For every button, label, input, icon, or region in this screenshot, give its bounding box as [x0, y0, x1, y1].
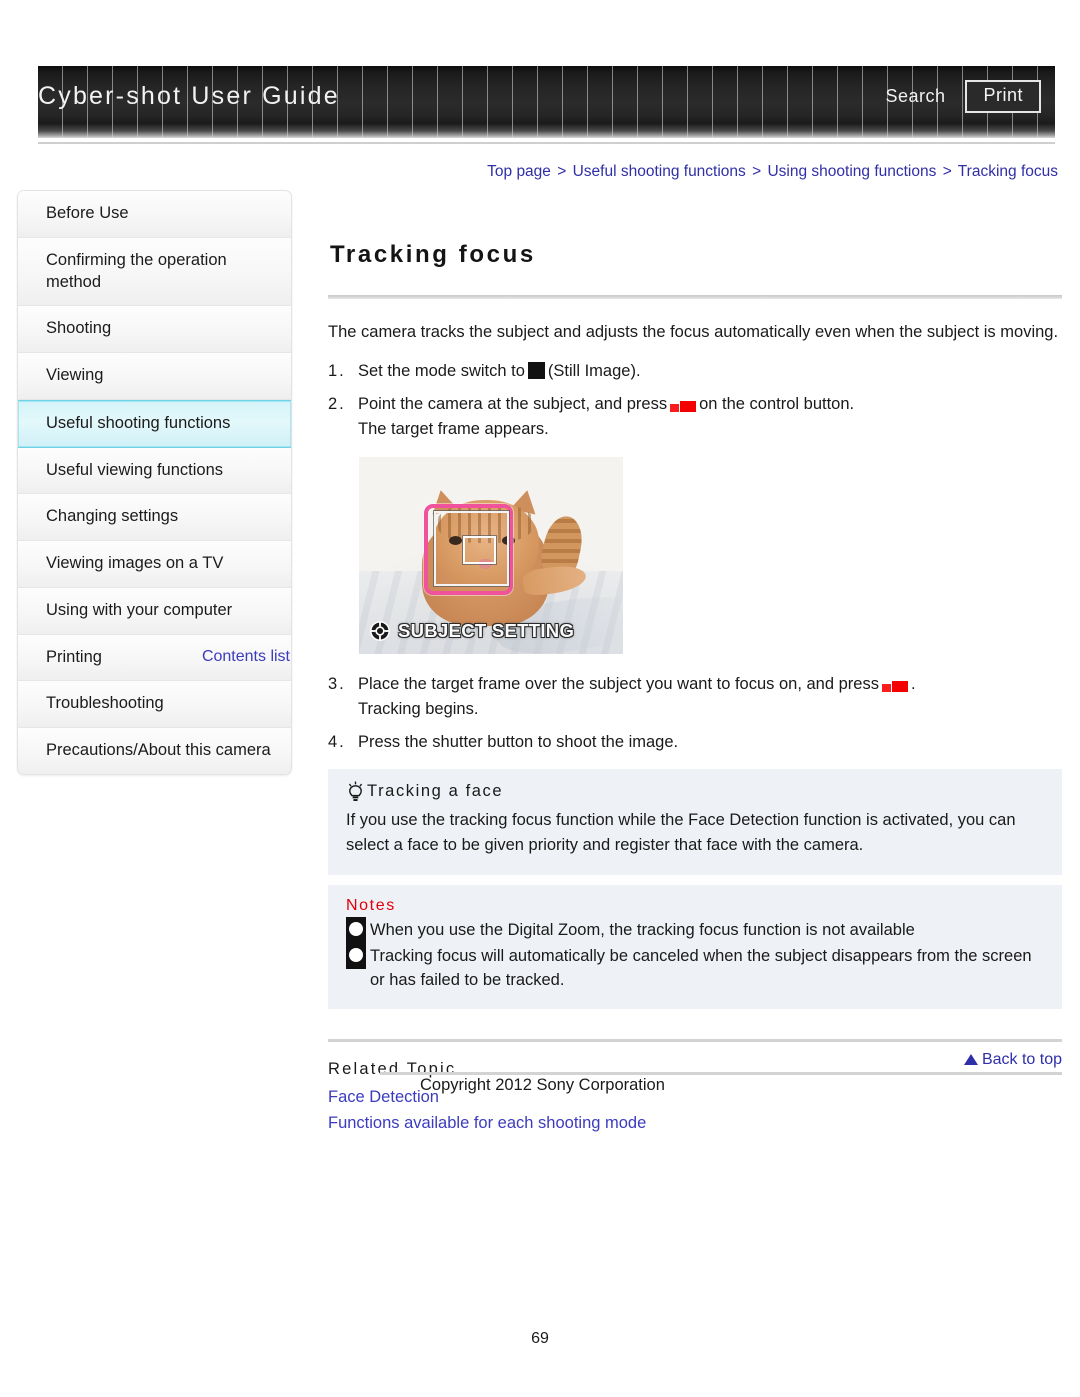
osd-label: SUBJECT SETTING [398, 619, 575, 641]
step-text-before: Place the target frame over the subject … [358, 674, 879, 693]
header-actions: Search Print [881, 80, 1041, 113]
step-item-4: 4. Press the shutter button to shoot the… [328, 730, 1062, 756]
breadcrumb-item-using-shooting-functions[interactable]: Using shooting functions [767, 163, 936, 180]
notes-title: Notes [346, 896, 396, 914]
step-text-before: Set the mode switch to [358, 362, 525, 381]
note-item: When you use the Digital Zoom, the track… [346, 916, 1044, 943]
sidebar-item-viewing[interactable]: Viewing [18, 353, 291, 400]
breadcrumb-separator: > [752, 163, 762, 180]
breadcrumb-item-top-page[interactable]: Top page [487, 163, 551, 180]
note-bullet-icon [346, 916, 366, 943]
breadcrumb-separator: > [942, 163, 952, 180]
tip-heading-row: Tracking a face [346, 781, 1044, 802]
steps-list-part1: 1. Set the mode switch to (Still Image). … [328, 359, 1062, 443]
step-body: Place the target frame over the subject … [358, 672, 1062, 723]
step-text-after: on the control button. [699, 394, 855, 413]
sidebar-item-useful-viewing-functions[interactable]: Useful viewing functions [18, 447, 291, 495]
search-button[interactable]: Search [881, 84, 949, 109]
sidebar-item-precautions-about-this-camera[interactable]: Precautions/About this camera [18, 728, 291, 774]
sidebar-item-troubleshooting[interactable]: Troubleshooting [18, 681, 291, 729]
related-link-functions-available[interactable]: Functions available for each shooting mo… [328, 1114, 1062, 1133]
contents-list-link[interactable]: Contents list [17, 648, 292, 666]
step-number: 3. [328, 674, 346, 693]
sidebar-item-before-use[interactable]: Before Use [18, 191, 291, 238]
related-divider [328, 1038, 1062, 1042]
camera-screen-illustration: SUBJECT SETTING [359, 456, 623, 654]
note-item: Tracking focus will automatically be can… [346, 942, 1044, 993]
crosshair-icon [370, 620, 390, 641]
note-text: Tracking focus will automatically be can… [370, 946, 1032, 990]
notes-box: Notes When you use the Digital Zoom, the… [328, 884, 1062, 1009]
site-title: Cyber-shot User Guide [38, 82, 340, 110]
step-text-before: Point the camera at the subject, and pre… [358, 394, 668, 413]
step-item-1: 1. Set the mode switch to (Still Image). [328, 359, 1062, 385]
copyright-notice: Copyright 2012 Sony Corporation [420, 1076, 665, 1094]
header-underline [38, 142, 1055, 144]
sidebar-item-using-with-your-computer[interactable]: Using with your computer [18, 587, 291, 635]
sidebar-item-confirming-operation-method[interactable]: Confirming the operation method [18, 237, 291, 307]
tip-heading: Tracking a face [367, 782, 504, 801]
site-header: Cyber-shot User Guide Search Print [38, 66, 1055, 144]
step-subline: Tracking begins. [358, 700, 479, 719]
tip-box: Tracking a face If you use the tracking … [328, 769, 1062, 875]
step-item-3: 3. Place the target frame over the subje… [328, 672, 1062, 723]
step-text-after: (Still Image). [547, 362, 641, 381]
main-content: Tracking focus The camera tracks the sub… [328, 190, 1062, 1140]
intro-paragraph: The camera tracks the subject and adjust… [328, 323, 1059, 342]
sidebar-item-shooting[interactable]: Shooting [18, 306, 291, 354]
back-to-top-label: Back to top [981, 1051, 1062, 1068]
back-to-top-link[interactable]: Back to top [328, 1051, 1062, 1069]
header-bar: Cyber-shot User Guide Search Print [38, 66, 1055, 138]
triangle-up-icon [963, 1054, 978, 1065]
breadcrumb-item-tracking-focus: Tracking focus [957, 163, 1058, 180]
step-item-2: 2. Point the camera at the subject, and … [328, 392, 1062, 443]
osd-subject-setting: SUBJECT SETTING [369, 620, 574, 642]
page-title: Tracking focus [330, 241, 536, 269]
note-bullet-icon [346, 942, 366, 969]
step-subline: The target frame appears. [358, 420, 549, 439]
lightbulb-icon [348, 781, 363, 802]
tip-body: If you use the tracking focus function w… [346, 811, 1016, 855]
breadcrumb: Top page > Useful shooting functions > U… [487, 163, 1058, 181]
document-page: Cyber-shot User Guide Search Print Top p… [0, 0, 1080, 1397]
page-number: 69 [531, 1330, 549, 1347]
sidebar-nav: Before Use Confirming the operation meth… [17, 190, 292, 775]
title-divider [328, 295, 1062, 300]
step-body: Set the mode switch to (Still Image). [358, 359, 1062, 385]
step-body: Point the camera at the subject, and pre… [358, 392, 1062, 443]
note-text: When you use the Digital Zoom, the track… [370, 920, 915, 939]
step-number: 2. [328, 394, 346, 413]
footer-divider [380, 1072, 1062, 1075]
sidebar-item-useful-shooting-functions[interactable]: Useful shooting functions [18, 399, 291, 448]
step-number: 1. [328, 362, 346, 381]
breadcrumb-item-useful-shooting-functions[interactable]: Useful shooting functions [573, 163, 746, 180]
step-number: 4. [328, 732, 346, 751]
center-button-icon [881, 677, 908, 692]
steps-list-part2: 3. Place the target frame over the subje… [328, 672, 1062, 756]
sidebar-item-viewing-images-on-a-tv[interactable]: Viewing images on a TV [18, 541, 291, 588]
step-text-before: Press the shutter button to shoot the im… [358, 732, 679, 751]
center-button-icon [670, 397, 697, 412]
step-text-after: . [910, 674, 916, 693]
sidebar-item-changing-settings[interactable]: Changing settings [18, 494, 291, 542]
print-button[interactable]: Print [965, 80, 1041, 113]
step-body: Press the shutter button to shoot the im… [358, 730, 1062, 756]
breadcrumb-separator: > [557, 163, 567, 180]
still-image-icon [527, 362, 545, 380]
focus-frame-inner [462, 534, 498, 566]
